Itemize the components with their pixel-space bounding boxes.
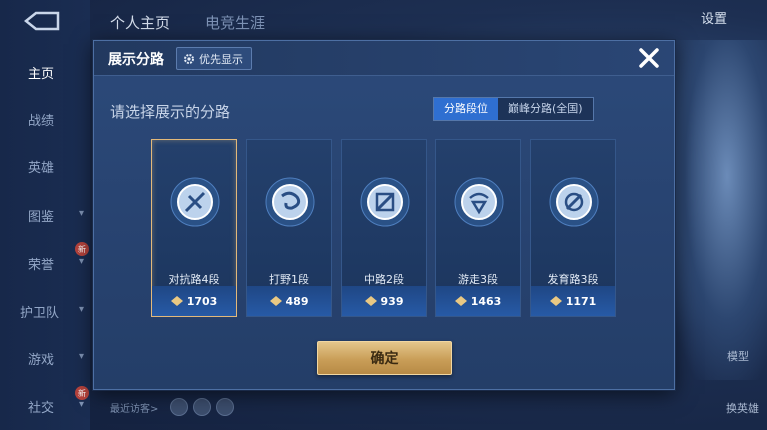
tab-profile[interactable]: 个人主页 (110, 12, 170, 33)
lane-mode-toggle: 分路段位 巅峰分路(全国) (433, 97, 594, 121)
dialog-title: 展示分路 (108, 52, 164, 68)
lane-card-mid[interactable]: 中路2段 939 (341, 139, 427, 317)
avatar[interactable] (193, 398, 211, 416)
nav-item-record[interactable]: 战绩 (0, 107, 90, 131)
gear-icon (184, 53, 194, 64)
avatar[interactable] (216, 398, 234, 416)
tab-lane-rank[interactable]: 分路段位 (434, 98, 498, 120)
lane-card-label: 对抗路4段 (168, 273, 220, 286)
priority-display-button[interactable]: 优先显示 (176, 47, 252, 70)
lane-card-support[interactable]: 游走3段 1463 (435, 139, 521, 317)
nav-label: 主页 (28, 66, 55, 82)
points-value: 1703 (186, 294, 218, 308)
change-hero-button[interactable]: 换英雄 (726, 400, 759, 416)
recent-visitors[interactable]: 最近访客> (110, 400, 158, 415)
nav-label: 护卫队 (20, 305, 60, 321)
chevron-down-icon: ▾ (78, 304, 84, 315)
lane-card-label: 游走3段 (458, 273, 498, 286)
back-arrow-icon[interactable] (22, 10, 62, 32)
lane-card-top[interactable]: 对抗路4段 1703 (151, 139, 237, 317)
left-nav: 主页 战绩 英雄 图鉴 ▾ 荣誉 ▾ 新 护卫队 ▾ 游戏 ▾ 社交 ▾ 新 (0, 0, 90, 430)
points-value: 1463 (470, 294, 502, 308)
points-value: 1171 (565, 294, 597, 308)
points-icon (269, 296, 282, 306)
nav-label: 战绩 (28, 113, 55, 129)
lane-card-points: 489 (247, 286, 331, 316)
nav-label: 英雄 (28, 160, 55, 176)
lane-card-label: 打野1段 (269, 273, 309, 286)
points-value: 939 (380, 294, 404, 308)
chevron-down-icon: ▾ (78, 351, 84, 362)
lane-card-points: 1463 (436, 286, 520, 316)
sword-emblem-icon (170, 177, 220, 227)
staff-emblem-icon (360, 177, 410, 227)
points-icon (549, 296, 562, 306)
chevron-down-icon: ▾ (78, 256, 84, 267)
settings-button[interactable]: 设置 (701, 8, 727, 27)
tab-peak-lane[interactable]: 巅峰分路(全国) (498, 98, 593, 120)
model-button[interactable]: 模型 (727, 348, 749, 364)
nav-item-game[interactable]: 游戏 ▾ (0, 346, 90, 370)
lane-display-dialog: 展示分路 优先显示 请选择展示的分路 分路段位 巅峰分路(全国) 对抗路4段 1… (93, 40, 675, 390)
priority-label: 优先显示 (199, 52, 243, 66)
dialog-subtitle: 请选择展示的分路 (110, 103, 231, 121)
nav-item-codex[interactable]: 图鉴 ▾ (0, 203, 90, 227)
lane-card-label: 中路2段 (364, 273, 404, 286)
lane-card-label: 发育路3段 (547, 273, 599, 286)
dialog-header: 展示分路 优先显示 (94, 41, 674, 76)
nav-label: 游戏 (28, 352, 55, 368)
confirm-button[interactable]: 确定 (317, 341, 452, 375)
arrow-emblem-icon (549, 177, 599, 227)
shield-emblem-icon (454, 177, 504, 227)
lane-card-points: 1171 (531, 286, 615, 316)
lane-card-farm[interactable]: 发育路3段 1171 (530, 139, 616, 317)
chevron-down-icon: ▾ (78, 399, 84, 410)
lane-card-jungle[interactable]: 打野1段 489 (246, 139, 332, 317)
nav-label: 社交 (28, 400, 55, 416)
points-icon (170, 296, 183, 306)
nav-label: 荣誉 (28, 257, 55, 273)
avatar[interactable] (170, 398, 188, 416)
points-icon (454, 296, 467, 306)
close-icon[interactable] (636, 45, 662, 71)
hero-art (667, 40, 767, 380)
new-badge: 新 (75, 386, 89, 400)
points-value: 489 (285, 294, 309, 308)
tab-esports[interactable]: 电竞生涯 (205, 12, 265, 33)
chevron-down-icon: ▾ (78, 208, 84, 219)
lane-card-points: 1703 (152, 286, 236, 316)
nav-item-heroes[interactable]: 英雄 (0, 154, 90, 178)
new-badge: 新 (75, 242, 89, 256)
nav-label: 图鉴 (28, 209, 55, 225)
nav-item-guard[interactable]: 护卫队 ▾ (0, 299, 90, 323)
points-icon (364, 296, 377, 306)
lane-card-points: 939 (342, 286, 426, 316)
swirl-emblem-icon (265, 177, 315, 227)
nav-item-honor[interactable]: 荣誉 ▾ (0, 251, 90, 275)
nav-item-home[interactable]: 主页 (0, 60, 90, 84)
